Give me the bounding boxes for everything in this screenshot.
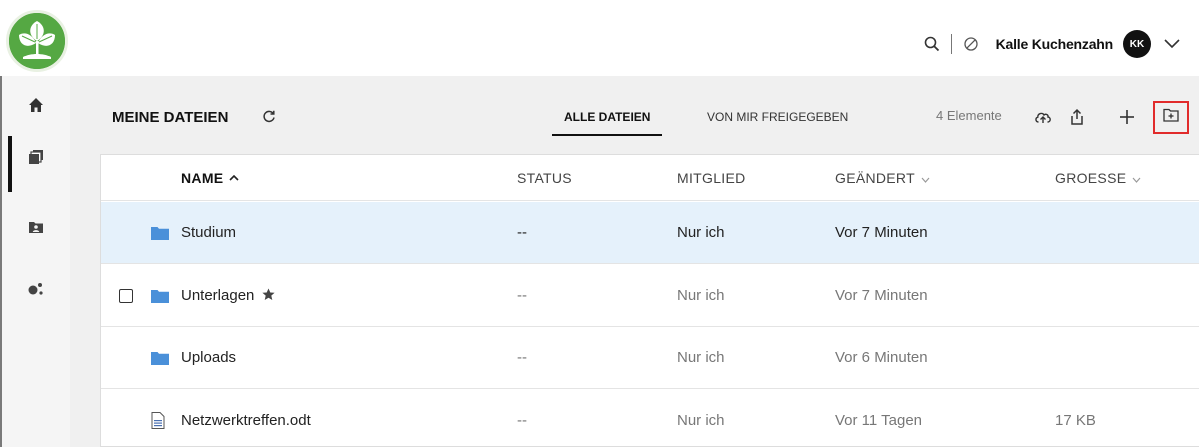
tab-all-files[interactable]: ALLE DATEIEN xyxy=(564,110,650,124)
file-member: Nur ich xyxy=(677,224,725,241)
table-row[interactable]: Netzwerktreffen.odt -- Nur ich Vor 11 Ta… xyxy=(101,389,1199,447)
file-name-cell: Unterlagen xyxy=(181,265,275,326)
divider xyxy=(950,34,952,54)
star-icon[interactable] xyxy=(262,288,275,304)
sidebar-item-home[interactable] xyxy=(2,82,70,132)
shared-folder-icon xyxy=(28,220,44,239)
user-name[interactable]: Kalle Kuchenzahn xyxy=(996,36,1114,52)
item-count: 4 Elemente xyxy=(936,108,1002,123)
file-status: -- xyxy=(517,224,527,241)
status-icon[interactable] xyxy=(960,33,982,55)
file-status: -- xyxy=(517,411,527,429)
app-logo[interactable] xyxy=(6,10,68,72)
network-icon xyxy=(28,282,44,301)
column-name[interactable]: NAME xyxy=(181,155,239,200)
sidebar-item-network[interactable] xyxy=(2,266,70,316)
main-content: MEINE DATEIEN ALLE DATEIEN VON MIR FREIG… xyxy=(70,76,1199,447)
document-icon xyxy=(151,389,165,447)
chevron-down-icon xyxy=(921,170,930,186)
table-row[interactable]: Studium -- Nur ich Vor 7 Minuten xyxy=(101,202,1199,264)
file-changed: Vor 6 Minuten xyxy=(835,349,928,366)
column-size-label: GROESSE xyxy=(1055,169,1127,186)
file-member: Nur ich xyxy=(677,411,725,429)
plus-icon[interactable] xyxy=(1116,106,1138,128)
table-row[interactable]: Uploads -- Nur ich Vor 6 Minuten xyxy=(101,327,1199,389)
column-status[interactable]: STATUS xyxy=(517,155,572,200)
table-row[interactable]: Unterlagen -- Nur ich Vor 7 Minuten xyxy=(101,265,1199,327)
folder-icon xyxy=(151,202,169,263)
file-status: -- xyxy=(517,349,527,366)
search-icon[interactable] xyxy=(921,33,943,55)
tab-shared-by-me[interactable]: VON MIR FREIGEGEBEN xyxy=(707,110,848,124)
file-name[interactable]: Uploads xyxy=(181,327,236,388)
cloud-upload-icon[interactable] xyxy=(1032,106,1054,128)
file-name[interactable]: Studium xyxy=(181,202,236,263)
file-size: 17 KB xyxy=(1055,411,1096,429)
column-changed[interactable]: GEÄNDERT xyxy=(835,155,930,200)
table-header: NAME STATUS MITGLIED GEÄNDERT GROESSE xyxy=(101,155,1199,201)
file-member: Nur ich xyxy=(677,287,725,304)
page-title: MEINE DATEIEN xyxy=(112,109,229,126)
column-member[interactable]: MITGLIED xyxy=(677,155,746,200)
file-changed: Vor 7 Minuten xyxy=(835,224,928,241)
column-size[interactable]: GROESSE xyxy=(1055,155,1141,200)
new-folder-button[interactable] xyxy=(1153,101,1189,134)
sidebar xyxy=(2,76,70,447)
sort-ascending-icon xyxy=(229,172,239,184)
folder-icon xyxy=(151,327,169,388)
file-name[interactable]: Unterlagen xyxy=(181,287,254,304)
file-table: NAME STATUS MITGLIED GEÄNDERT GROESSE St… xyxy=(100,154,1199,447)
row-checkbox[interactable] xyxy=(119,265,133,326)
top-bar: Kalle Kuchenzahn KK xyxy=(0,0,1199,76)
file-status: -- xyxy=(517,287,527,304)
new-folder-icon xyxy=(1163,108,1179,127)
column-changed-label: GEÄNDERT xyxy=(835,169,915,186)
home-icon xyxy=(28,97,44,118)
avatar[interactable]: KK xyxy=(1123,30,1151,58)
active-tab-indicator xyxy=(552,134,662,136)
chevron-down-icon[interactable] xyxy=(1161,33,1183,55)
file-member: Nur ich xyxy=(677,349,725,366)
sidebar-item-files[interactable] xyxy=(2,134,70,192)
folder-icon xyxy=(151,265,169,326)
sidebar-item-shared[interactable] xyxy=(2,204,70,254)
checkbox[interactable] xyxy=(119,288,133,303)
column-name-label: NAME xyxy=(181,169,224,186)
file-changed: Vor 7 Minuten xyxy=(835,287,928,304)
files-toolbar: MEINE DATEIEN ALLE DATEIEN VON MIR FREIG… xyxy=(70,76,1199,154)
chevron-down-icon xyxy=(1132,170,1141,186)
refresh-icon[interactable] xyxy=(262,109,276,128)
files-icon xyxy=(28,149,44,170)
file-changed: Vor 11 Tagen xyxy=(835,411,923,429)
file-name[interactable]: Netzwerktreffen.odt xyxy=(181,389,311,447)
user-area: Kalle Kuchenzahn KK xyxy=(921,30,1183,58)
share-upload-icon[interactable] xyxy=(1066,106,1088,128)
